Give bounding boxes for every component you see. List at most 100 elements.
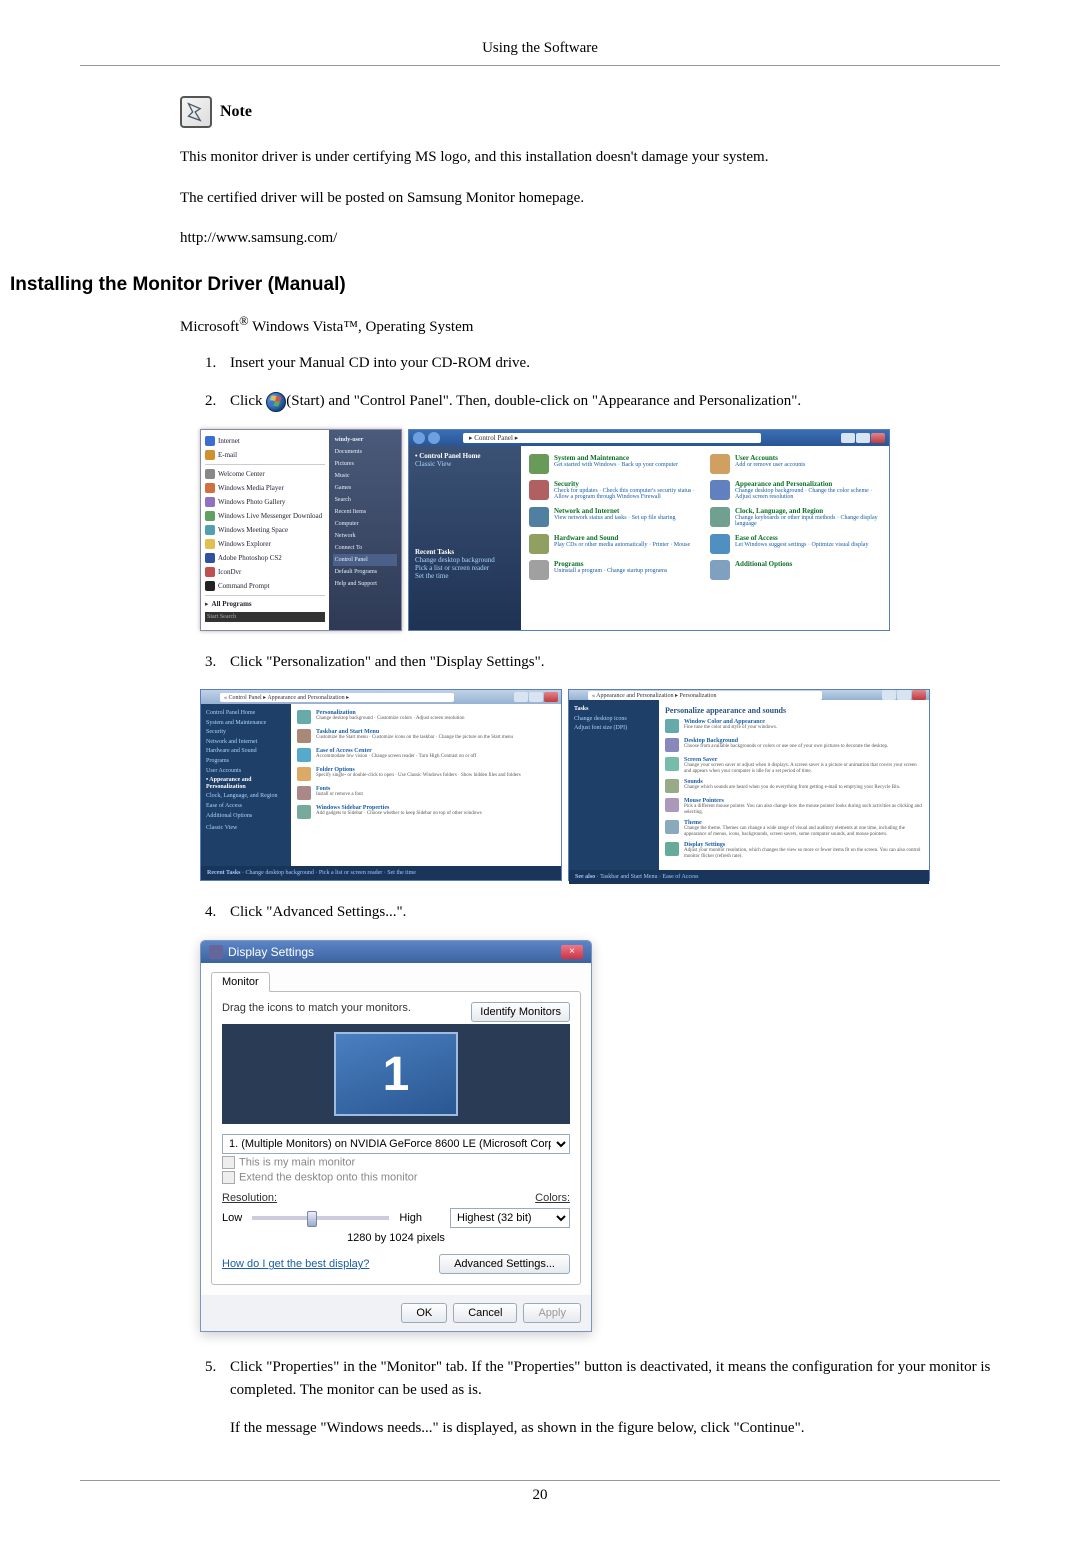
section-heading: Installing the Monitor Driver (Manual) bbox=[10, 274, 1000, 296]
slider-thumb bbox=[307, 1211, 317, 1227]
display-icon bbox=[665, 842, 679, 856]
sysmaint-icon bbox=[529, 454, 549, 474]
chk-main bbox=[222, 1156, 235, 1169]
resolution-slider bbox=[252, 1216, 389, 1220]
ap-i0s: Change desktop background · Customize co… bbox=[316, 716, 464, 722]
close-icon bbox=[871, 433, 885, 443]
sidebar-icon bbox=[297, 805, 311, 819]
wca-icon bbox=[665, 719, 679, 733]
pp-title: Personalize appearance and sounds bbox=[665, 706, 923, 715]
additional-icon bbox=[710, 560, 730, 580]
cp-c9t: Additional Options bbox=[735, 560, 792, 568]
sm-computer: Computer bbox=[333, 518, 397, 530]
fonts-icon bbox=[297, 786, 311, 800]
bg-icon bbox=[665, 738, 679, 752]
ap-sb4: Hardware and Sound bbox=[206, 748, 286, 755]
cp-c1t: User Accounts bbox=[735, 454, 805, 462]
step-2: Click (Start) and "Control Panel". Then,… bbox=[220, 390, 1000, 413]
monitor-preview: 1 bbox=[222, 1024, 570, 1124]
programs-icon bbox=[529, 560, 549, 580]
sm-connect: Connect To bbox=[333, 542, 397, 554]
ap-i2s: Accommodate low vision · Change screen r… bbox=[316, 754, 476, 760]
sm-network: Network bbox=[333, 530, 397, 542]
cp-address: ▸ Control Panel ▸ bbox=[463, 433, 761, 443]
ap-sb2: Security bbox=[206, 729, 286, 736]
mouse-icon bbox=[665, 798, 679, 812]
ap-sb7: Appearance and Personalization bbox=[206, 777, 251, 790]
pp-addr: « Appearance and Personalization ▸ Perso… bbox=[588, 691, 822, 700]
security-icon bbox=[529, 480, 549, 500]
cmd-icon bbox=[205, 581, 215, 591]
app-icon bbox=[205, 567, 215, 577]
cp-c5s: Change keyboards or other input methods … bbox=[735, 515, 881, 528]
screenshot-start-menu: Internet E-mail Welcome Center Windows M… bbox=[200, 429, 402, 631]
cp-home: Control Panel Home bbox=[419, 452, 480, 460]
photo-icon bbox=[205, 497, 215, 507]
display-settings-icon bbox=[209, 945, 223, 959]
colors-select: Highest (32 bit) bbox=[450, 1208, 570, 1228]
step-1: Insert your Manual CD into your CD-ROM d… bbox=[220, 352, 1000, 375]
sm-music: Music bbox=[333, 470, 397, 482]
screenshot-personalization-panel: « Appearance and Personalization ▸ Perso… bbox=[568, 689, 930, 881]
max-icon bbox=[897, 690, 911, 700]
cp-recent-2: Set the time bbox=[415, 572, 515, 580]
photoshop-icon bbox=[205, 553, 215, 563]
screenshot-appearance-panel: « Control Panel ▸ Appearance and Persona… bbox=[200, 689, 562, 881]
close-icon bbox=[544, 692, 558, 702]
sm-msgr: Windows Live Messenger Download bbox=[218, 512, 322, 520]
step-5: Click "Properties" in the "Monitor" tab.… bbox=[220, 1356, 1000, 1440]
chk-extend-label: Extend the desktop onto this monitor bbox=[239, 1172, 418, 1184]
ap-sb11: Classic View bbox=[206, 825, 286, 832]
pp-i5s: Change the theme. Themes can change a wi… bbox=[684, 826, 923, 837]
pp-i3s: Change which sounds are heard when you d… bbox=[684, 785, 900, 791]
cp-c6s: Play CDs or other media automatically · … bbox=[554, 542, 690, 549]
screenshot-control-panel: ▸ Control Panel ▸ • Control Panel Home C… bbox=[408, 429, 890, 631]
sm-meeting: Windows Meeting Space bbox=[218, 526, 288, 534]
min-icon bbox=[514, 692, 528, 702]
ap-sb9: Ease of Access bbox=[206, 803, 286, 810]
ap-sb0: Control Panel Home bbox=[206, 710, 286, 717]
close-icon: × bbox=[561, 945, 583, 959]
sm-ps: Adobe Photoshop CS2 bbox=[218, 554, 282, 562]
ap-sb5: Programs bbox=[206, 758, 286, 765]
cp-c1s: Add or remove user accounts bbox=[735, 462, 805, 469]
display-select: 1. (Multiple Monitors) on NVIDIA GeForce… bbox=[222, 1134, 570, 1154]
registered-mark: ® bbox=[239, 314, 249, 328]
cp-c3s: Change desktop background · Change the c… bbox=[735, 488, 881, 501]
max-icon bbox=[529, 692, 543, 702]
ie-icon bbox=[205, 436, 215, 446]
meeting-icon bbox=[205, 525, 215, 535]
ap-recent-h: Recent Tasks bbox=[207, 870, 241, 876]
cp-classic: Classic View bbox=[415, 460, 515, 468]
cp-c8t: Programs bbox=[554, 560, 667, 568]
wmp-icon bbox=[205, 483, 215, 493]
note-url: http://www.samsung.com/ bbox=[180, 227, 1000, 250]
users-icon bbox=[710, 454, 730, 474]
appearance-icon bbox=[710, 480, 730, 500]
ap-i5s: Add gadgets to Sidebar · Choose whether … bbox=[316, 811, 482, 817]
sm-games: Games bbox=[333, 482, 397, 494]
step-5-cont: If the message "Windows needs..." is dis… bbox=[230, 1417, 1000, 1440]
back-icon bbox=[413, 432, 425, 444]
step-1-text: Insert your Manual CD into your CD-ROM d… bbox=[230, 355, 530, 371]
cp-c4s: View network status and tasks · Set up f… bbox=[554, 515, 675, 522]
subtitle-mid: Windows Vista™ bbox=[249, 319, 358, 335]
step-2-text-b: (Start) and "Control Panel". Then, doubl… bbox=[286, 393, 801, 409]
ap-i1s: Customize the Start menu · Customize ico… bbox=[316, 735, 513, 741]
max-icon bbox=[856, 433, 870, 443]
ease-icon bbox=[710, 534, 730, 554]
step-5-text: Click "Properties" in the "Monitor" tab.… bbox=[230, 1359, 990, 1398]
snd-icon bbox=[665, 779, 679, 793]
screenshot-display-settings: Display Settings × Monitor Identify Moni… bbox=[200, 940, 592, 1333]
subtitle-pre: Microsoft bbox=[180, 319, 239, 335]
sm-user: windy-user bbox=[333, 434, 397, 446]
sm-cmd: Command Prompt bbox=[218, 582, 270, 590]
cp-recent-1: Pick a list or screen reader bbox=[415, 564, 515, 572]
cp-c2s: Check for updates · Check this computer'… bbox=[554, 488, 700, 501]
ok-button: OK bbox=[401, 1303, 447, 1323]
sm-search: Start Search bbox=[205, 612, 325, 622]
cp-c5t: Clock, Language, and Region bbox=[735, 507, 881, 515]
sm-app: IconDvr bbox=[218, 568, 241, 576]
step-3: Click "Personalization" and then "Displa… bbox=[220, 651, 1000, 674]
welcome-icon bbox=[205, 469, 215, 479]
